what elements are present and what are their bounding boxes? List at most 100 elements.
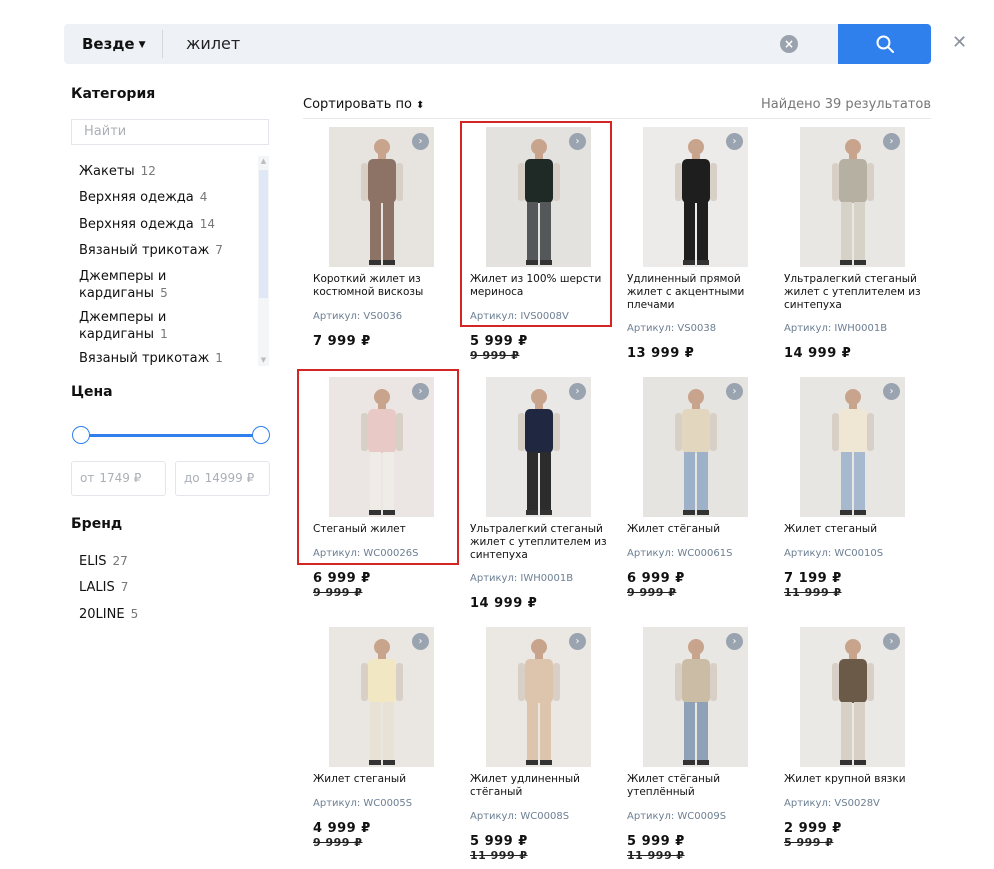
chevron-right-icon[interactable]: ›	[883, 633, 900, 650]
product-card[interactable]: › Ультралегкий стеганый жилет с утеплител…	[470, 377, 622, 611]
category-label: Джемперы и	[79, 310, 167, 325]
product-card[interactable]: › Ультралегкий стеганый жилет с утеплител…	[784, 127, 936, 361]
brand-item[interactable]: ELIS 27	[79, 554, 128, 569]
category-label: Верхняя одежда	[79, 190, 194, 205]
brand-item[interactable]: 20LINE 5	[79, 607, 138, 622]
brand-label: ELIS	[79, 554, 107, 569]
product-name[interactable]: Жилет удлиненный стёганый	[470, 773, 622, 799]
sku-value: IWH0001B	[520, 573, 574, 584]
product-price: 5 999 ₽	[470, 834, 528, 849]
category-label: Верхняя одежда	[79, 217, 194, 232]
search-scope-label: Везде	[82, 35, 135, 53]
product-name[interactable]: Жилет крупной вязки	[784, 773, 936, 786]
close-icon[interactable]: ✕	[952, 34, 967, 52]
brand-item[interactable]: LALIS 7	[79, 580, 128, 595]
category-item[interactable]: Верхняя одежда 14	[79, 216, 215, 233]
product-name[interactable]: Ультралегкий стеганый жилет с утеплителе…	[784, 273, 936, 312]
product-price: 7 199 ₽	[784, 571, 842, 586]
category-item[interactable]: Жакеты 12	[79, 163, 156, 180]
category-filter-input[interactable]: Найти	[71, 119, 269, 145]
price-slider-track[interactable]	[80, 434, 261, 437]
chevron-right-icon[interactable]: ›	[412, 633, 429, 650]
highlight-box	[460, 121, 612, 327]
product-sku: Артикул: IWH0001B	[784, 323, 887, 334]
category-count: 14	[199, 217, 216, 231]
product-sku: Артикул: WC0010S	[784, 548, 883, 559]
product-name[interactable]: Жилет стеганый	[784, 523, 936, 536]
product-card[interactable]: › Жилет стеганый Артикул: WC0010S 7 199 ₽11…	[784, 377, 936, 607]
product-card[interactable]: › Удлиненный прямой жилет с акцентными пл…	[627, 127, 779, 361]
scroll-down-icon[interactable]: ▼	[258, 355, 269, 365]
sku-prefix: Артикул:	[627, 548, 675, 559]
sort-dropdown[interactable]: Сортировать по ⬍	[303, 97, 424, 112]
product-old-price: 11 999 ₽	[627, 849, 685, 862]
product-price: 7 999 ₽	[313, 334, 371, 349]
price-to-field[interactable]: до 14999 ₽	[175, 461, 270, 496]
product-sku: Артикул: WC0009S	[627, 811, 726, 822]
product-old-price: 11 999 ₽	[470, 849, 528, 862]
product-card[interactable]: › Жилет крупной вязки Артикул: VS0028V 2 99…	[784, 627, 936, 857]
product-card[interactable]: › Жилет стёганый Артикул: WC00061S 6 999 ₽9…	[627, 377, 779, 607]
product-name[interactable]: Жилет стёганый утеплённый	[627, 773, 779, 799]
sort-label: Сортировать по	[303, 97, 412, 112]
sku-prefix: Артикул:	[313, 798, 361, 809]
product-photo	[831, 139, 874, 265]
product-photo	[674, 639, 717, 765]
product-sku: Артикул: VS0038	[627, 323, 716, 334]
sku-value: WC0008S	[520, 811, 570, 822]
product-card[interactable]: › Жилет стеганый Артикул: WC0005S 4 999 ₽9 …	[313, 627, 465, 857]
category-item[interactable]: Джемперы и кардиганы 5	[79, 269, 168, 302]
product-name[interactable]: Жилет стёганый	[627, 523, 779, 536]
chevron-right-icon[interactable]: ›	[726, 133, 743, 150]
category-count: 4	[199, 190, 208, 204]
category-item[interactable]: Джемперы и кардиганы 1	[79, 310, 168, 343]
product-name[interactable]: Короткий жилет из костюмной вискозы	[313, 273, 465, 299]
price-slider-min-handle[interactable]	[72, 426, 90, 444]
sku-prefix: Артикул:	[313, 311, 361, 322]
scroll-up-icon[interactable]: ▲	[258, 156, 269, 166]
product-name[interactable]: Удлиненный прямой жилет с акцентными пле…	[627, 273, 779, 312]
product-photo	[360, 639, 403, 765]
category-count: 5	[160, 286, 168, 300]
sku-prefix: Артикул:	[784, 548, 832, 559]
product-card[interactable]: › Короткий жилет из костюмной вискозы Арти…	[313, 127, 465, 357]
product-name[interactable]: Ультралегкий стеганый жилет с утеплителе…	[470, 523, 622, 562]
search-button[interactable]	[838, 24, 931, 64]
search-input[interactable]: жилет	[186, 24, 240, 64]
price-slider-max-handle[interactable]	[252, 426, 270, 444]
chevron-right-icon[interactable]: ›	[883, 133, 900, 150]
product-sku: Артикул: VS0028V	[784, 798, 880, 809]
search-scope-dropdown[interactable]: Везде ▼	[82, 24, 146, 64]
product-photo	[517, 389, 560, 515]
price-from-field[interactable]: от 1749 ₽	[71, 461, 166, 496]
divider	[303, 118, 931, 119]
sku-value: WC0009S	[677, 811, 727, 822]
sku-value: WC0005S	[363, 798, 413, 809]
product-price: 5 999 ₽	[627, 834, 685, 849]
chevron-right-icon[interactable]: ›	[412, 133, 429, 150]
product-price: 4 999 ₽	[313, 821, 371, 836]
category-item[interactable]: Верхняя одежда 4	[79, 189, 207, 206]
sku-value: WC0010S	[834, 548, 884, 559]
clear-icon[interactable]: ×	[780, 35, 798, 53]
product-card[interactable]: › Жилет стёганый утеплённый Артикул: WC000…	[627, 627, 779, 862]
sku-prefix: Артикул:	[627, 811, 675, 822]
product-sku: Артикул: IWH0001B	[470, 573, 573, 584]
scrollbar-thumb[interactable]	[259, 170, 268, 298]
category-item[interactable]: Вязаный трикотаж 1	[79, 350, 223, 367]
product-photo	[674, 139, 717, 265]
chevron-right-icon[interactable]: ›	[569, 633, 586, 650]
price-title: Цена	[71, 384, 113, 400]
product-name[interactable]: Жилет стеганый	[313, 773, 465, 786]
sku-value: VS0038	[677, 323, 717, 334]
category-count: 12	[140, 164, 156, 178]
chevron-right-icon[interactable]: ›	[569, 383, 586, 400]
product-old-price: 11 999 ₽	[784, 586, 842, 599]
category-item[interactable]: Вязаный трикотаж 7	[79, 242, 223, 259]
chevron-right-icon[interactable]: ›	[726, 633, 743, 650]
product-old-price: 9 999 ₽	[313, 586, 363, 599]
product-card[interactable]: › Жилет удлиненный стёганый Артикул: WC000…	[470, 627, 622, 862]
chevron-right-icon[interactable]: ›	[883, 383, 900, 400]
chevron-right-icon[interactable]: ›	[726, 383, 743, 400]
sku-prefix: Артикул:	[784, 323, 832, 334]
